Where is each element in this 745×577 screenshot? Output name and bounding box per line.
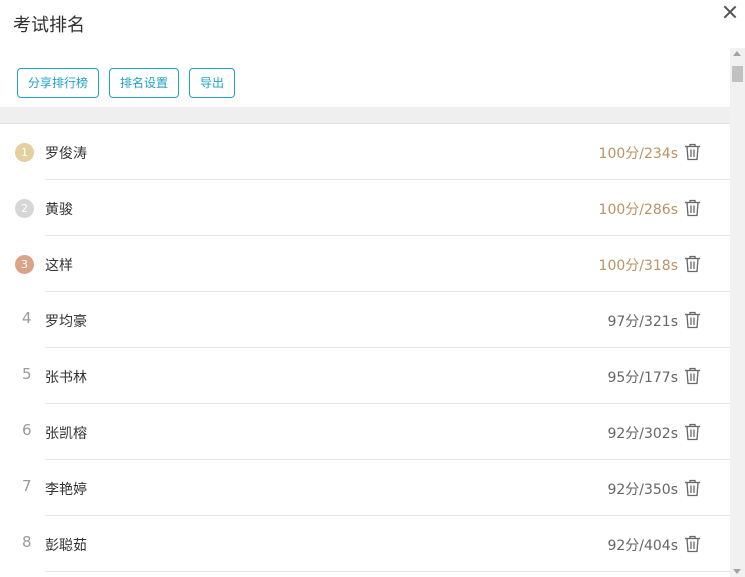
trash-icon[interactable] — [684, 311, 701, 329]
ranking-row: 3 这样 100分/318s — [0, 236, 730, 292]
rank-medal-icon: 3 — [15, 255, 34, 274]
trash-icon[interactable] — [684, 479, 701, 497]
student-name: 这样 — [45, 258, 73, 274]
score-time: 95分/177s — [607, 370, 678, 386]
ranking-row: 5 张书林 95分/177s — [0, 348, 730, 404]
student-name: 张书林 — [45, 370, 87, 386]
trash-icon[interactable] — [684, 367, 701, 385]
rank-number: 4 — [22, 309, 32, 327]
trash-icon[interactable] — [684, 199, 701, 217]
rank-number: 5 — [22, 365, 32, 383]
score-time: 92分/302s — [607, 426, 678, 442]
trash-icon[interactable] — [684, 423, 701, 441]
rank-medal-icon: 1 — [15, 143, 34, 162]
student-name: 黄骏 — [45, 202, 73, 218]
list-header-band — [0, 107, 730, 124]
scroll-up-arrow-icon[interactable] — [733, 51, 741, 56]
student-name: 罗均豪 — [45, 314, 87, 330]
ranking-settings-button[interactable]: 排名设置 — [109, 68, 179, 98]
score-time: 100分/234s — [598, 146, 678, 162]
share-leaderboard-button[interactable]: 分享排行榜 — [17, 68, 99, 98]
score-time: 100分/286s — [598, 202, 678, 218]
ranking-row: 7 李艳婷 92分/350s — [0, 460, 730, 516]
ranking-dialog: 考试排名 分享排行榜 排名设置 导出 1 罗俊涛 100分/234s 2 黄骏 100分/… — [0, 0, 745, 577]
scroll-thumb[interactable] — [732, 66, 743, 82]
close-icon[interactable] — [721, 3, 739, 21]
ranking-list: 1 罗俊涛 100分/234s 2 黄骏 100分/286s 3 这样 100分/318s 4 罗均… — [0, 124, 730, 577]
student-name: 李艳婷 — [45, 482, 87, 498]
student-name: 罗俊涛 — [45, 146, 87, 162]
scroll-down-arrow-icon[interactable] — [733, 569, 741, 574]
score-time: 92分/404s — [607, 538, 678, 554]
ranking-row: 4 罗均豪 97分/321s — [0, 292, 730, 348]
score-time: 97分/321s — [607, 314, 678, 330]
trash-icon[interactable] — [684, 535, 701, 553]
ranking-row: 2 黄骏 100分/286s — [0, 180, 730, 236]
ranking-row: 8 彭聪茹 92分/404s — [0, 516, 730, 572]
trash-icon[interactable] — [684, 143, 701, 161]
student-name: 张凯榕 — [45, 426, 87, 442]
rank-medal-icon: 2 — [15, 199, 34, 218]
export-button[interactable]: 导出 — [189, 68, 235, 98]
trash-icon[interactable] — [684, 255, 701, 273]
scrollbar[interactable] — [730, 48, 745, 577]
student-name: 彭聪茹 — [45, 538, 87, 554]
rank-number: 8 — [22, 533, 32, 551]
score-time: 100分/318s — [598, 258, 678, 274]
rank-number: 6 — [22, 421, 32, 439]
ranking-row: 1 罗俊涛 100分/234s — [0, 124, 730, 180]
dialog-title: 考试排名 — [13, 15, 85, 36]
rank-number: 7 — [22, 477, 32, 495]
score-time: 92分/350s — [607, 482, 678, 498]
ranking-row: 6 张凯榕 92分/302s — [0, 404, 730, 460]
